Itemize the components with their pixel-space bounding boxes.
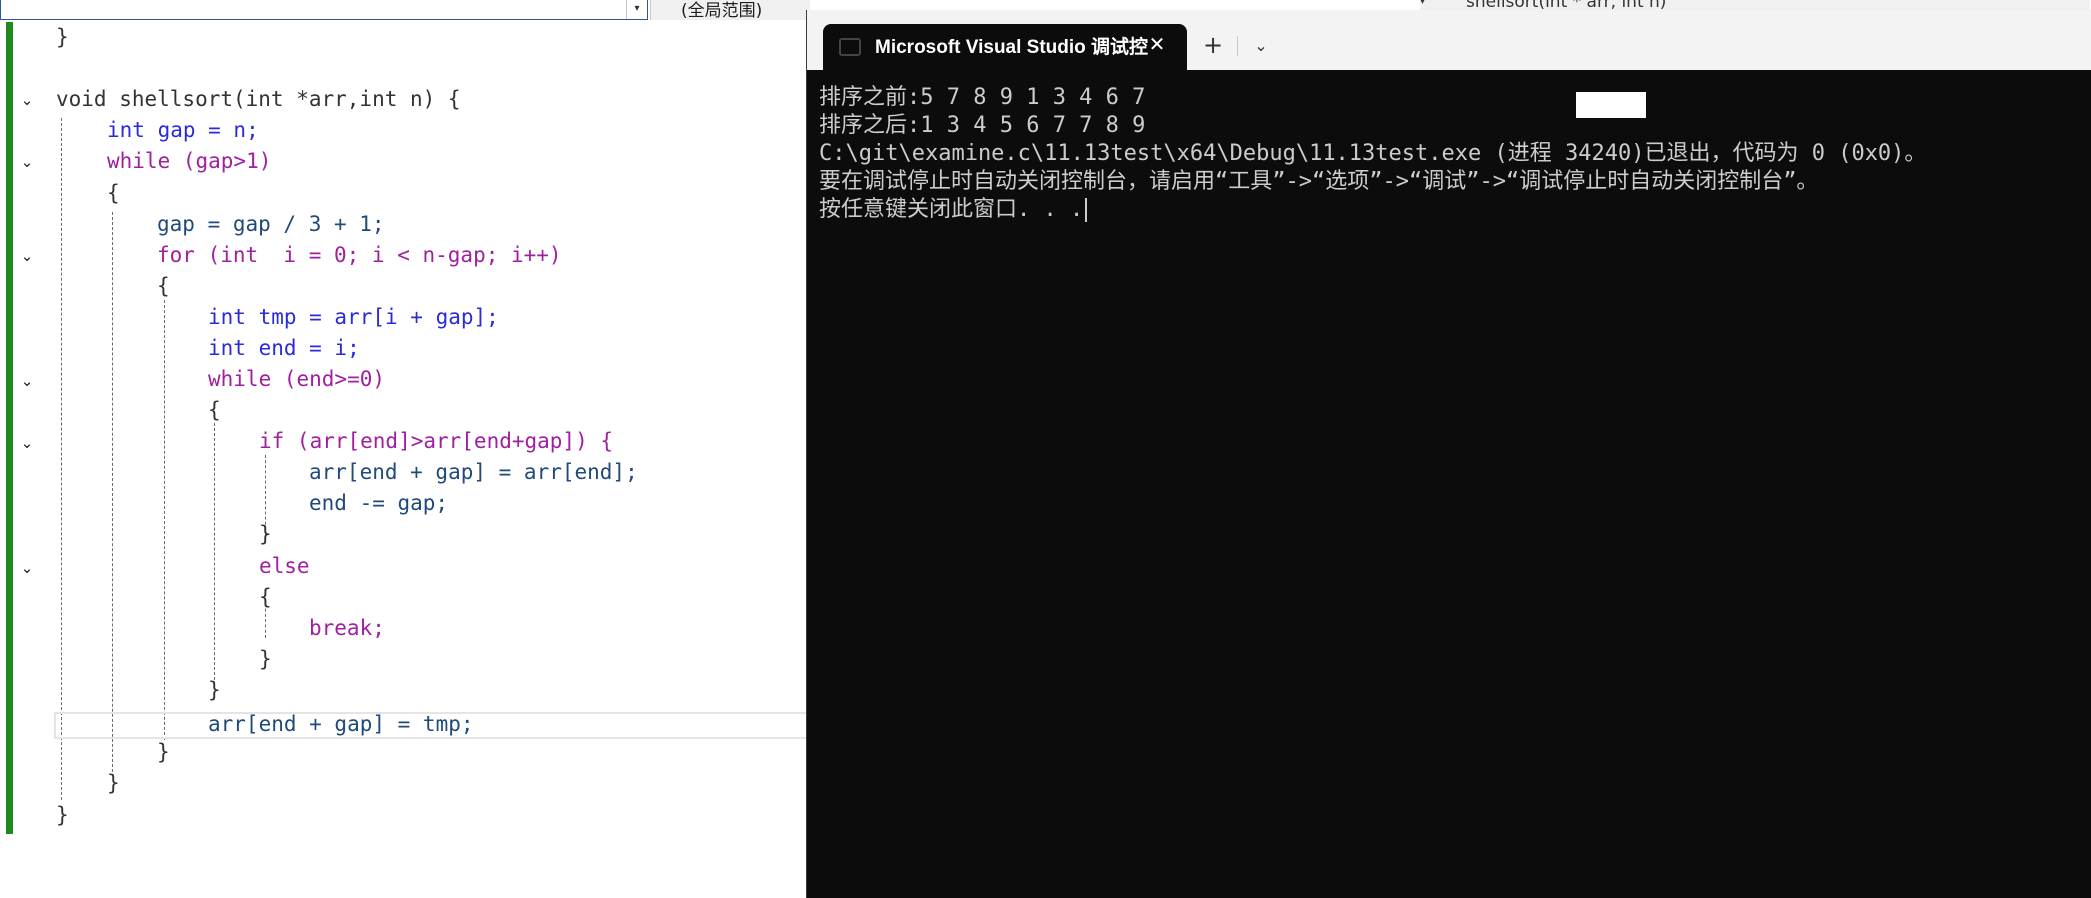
code-line[interactable]: while (gap>1) xyxy=(107,146,271,177)
console-line: 排序之前:5 7 8 9 1 3 4 6 7 xyxy=(819,85,1146,110)
scope-dropdown-arrow-icon[interactable]: ▾ xyxy=(626,0,647,19)
console-prompt-line: 按任意键关闭此窗口. . . xyxy=(819,196,1088,224)
code-line[interactable]: } xyxy=(107,768,120,799)
code-line[interactable]: { xyxy=(259,582,272,613)
code-line[interactable]: else xyxy=(259,551,310,582)
tab-divider xyxy=(1237,36,1238,56)
terminal-tab[interactable]: Microsoft Visual Studio 调试控 ✕ xyxy=(823,24,1187,74)
code-line[interactable]: gap = gap / 3 + 1; xyxy=(157,209,385,240)
debug-console-window[interactable]: Microsoft Visual Studio 调试控 ✕ + ⌄ 排序之前:5… xyxy=(806,10,2091,898)
console-line: C:\git\examine.c\11.13test\x64\Debug\11.… xyxy=(819,141,1927,166)
code-line[interactable]: } xyxy=(259,519,272,550)
code-line[interactable]: int gap = n; xyxy=(107,115,259,146)
code-line[interactable]: while (end>=0) xyxy=(208,364,385,395)
code-line[interactable]: end -= gap; xyxy=(309,488,448,519)
fold-toggle-icon[interactable]: ⌄ xyxy=(19,154,35,170)
code-line[interactable]: break; xyxy=(309,613,385,644)
fold-toggle-icon[interactable]: ⌄ xyxy=(19,248,35,264)
console-line: 排序之后:1 3 4 5 6 7 7 8 9 xyxy=(819,113,1146,138)
code-line[interactable]: } xyxy=(208,675,221,706)
scope-navigation-bar[interactable]: ▾ xyxy=(0,0,648,20)
indent-guide xyxy=(61,118,62,800)
indent-guide xyxy=(164,300,165,740)
code-line[interactable]: if (arr[end]>arr[end+gap]) { xyxy=(259,426,613,457)
code-line[interactable]: { xyxy=(208,395,221,426)
code-editor[interactable]: ▾ (全局范围) ⌄ ⌄ ⌄ ⌄ ⌄ ⌄ } void shellsort(in… xyxy=(0,0,810,898)
close-tab-icon[interactable]: ✕ xyxy=(1145,32,1169,56)
code-line[interactable]: int tmp = arr[i + gap]; xyxy=(208,302,499,333)
code-line[interactable]: } xyxy=(56,800,69,831)
code-line[interactable]: } xyxy=(157,737,170,768)
member-dropdown-label: shellsort(int * arr, int n) xyxy=(1466,0,1667,10)
fold-toggle-icon[interactable]: ⌄ xyxy=(19,92,35,108)
console-line: 要在调试停止时自动关闭控制台，请启用“工具”->“选项”->“调试”->“调试停… xyxy=(819,169,1819,194)
indent-guide xyxy=(112,212,113,772)
terminal-icon xyxy=(839,38,861,56)
tab-dropdown-icon[interactable]: ⌄ xyxy=(1241,30,1281,62)
text-cursor xyxy=(1085,198,1088,222)
fold-toggle-icon[interactable]: ⌄ xyxy=(19,373,35,389)
scope-dropdown[interactable]: (全局范围) xyxy=(650,0,810,21)
fold-toggle-icon[interactable]: ⌄ xyxy=(19,560,35,576)
code-line[interactable]: void shellsort(int *arr,int n) { xyxy=(56,84,461,115)
indent-guide xyxy=(214,423,215,685)
member-dropdown[interactable]: ▾ shellsort(int * arr, int n) xyxy=(1420,0,2090,10)
code-line[interactable]: arr[end + gap] = tmp; xyxy=(208,709,474,740)
code-line[interactable]: int end = i; xyxy=(208,333,360,364)
code-line[interactable]: for (int i = 0; i < n-gap; i++) xyxy=(157,240,562,271)
console-output[interactable]: 排序之前:5 7 8 9 1 3 4 6 7 排序之后:1 3 4 5 6 7 … xyxy=(807,70,2091,898)
code-line[interactable]: } xyxy=(259,644,272,675)
change-tracking-bar xyxy=(6,22,13,834)
terminal-tab-strip: Microsoft Visual Studio 调试控 ✕ + ⌄ xyxy=(807,10,2091,74)
fold-toggle-icon[interactable]: ⌄ xyxy=(19,435,35,451)
code-line[interactable]: } xyxy=(56,22,69,53)
member-dropdown-arrow-icon[interactable]: ▾ xyxy=(1420,0,1425,7)
scope-dropdown-label: (全局范围) xyxy=(681,1,763,21)
code-line[interactable]: { xyxy=(157,271,170,302)
code-line[interactable]: { xyxy=(107,178,120,209)
console-prompt-text: 按任意键关闭此窗口. . . xyxy=(819,197,1084,222)
selection-block xyxy=(1576,92,1646,118)
tab-title: Microsoft Visual Studio 调试控 xyxy=(875,37,1149,58)
new-tab-button[interactable]: + xyxy=(1193,30,1233,62)
code-line[interactable]: arr[end + gap] = arr[end]; xyxy=(309,457,638,488)
